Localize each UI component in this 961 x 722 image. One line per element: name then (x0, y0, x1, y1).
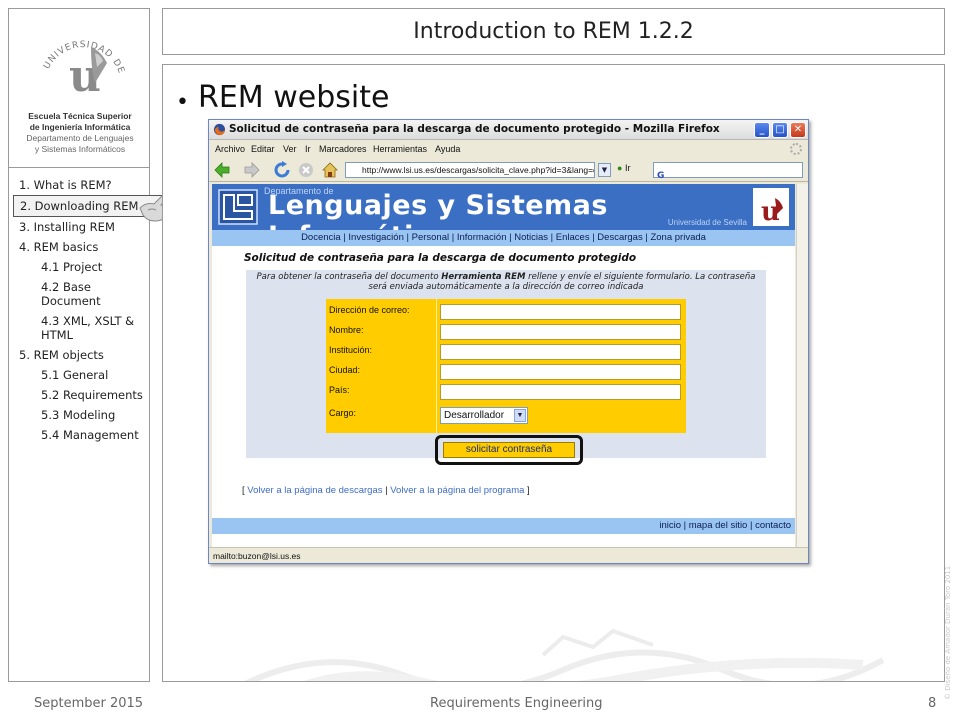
chevron-down-icon: ▼ (514, 409, 526, 422)
browser-toolbar: http://www.lsi.us.es/descargas/solicita_… (209, 158, 808, 182)
bullet-marker: • (176, 90, 189, 115)
nav-item-rem-objects[interactable]: 5. REM objects (9, 345, 149, 365)
university-logo: UNIVERSIDAD DE SEVILLA u Escuela Técnica… (13, 11, 147, 161)
request-form: Dirección de correo: Nombre: Institución… (326, 299, 686, 433)
design-credit: © Diseño de Amador Durán Toro 2011 (944, 565, 952, 700)
link-back-program[interactable]: Volver a la página del programa (390, 485, 524, 496)
page-scrollbar[interactable] (796, 184, 808, 547)
footer-course: Requirements Engineering (430, 696, 603, 711)
browser-titlebar: Solicitud de contraseña para la descarga… (209, 120, 808, 140)
site-footer-links[interactable]: inicio | mapa del sitio | contacto (659, 520, 791, 531)
browser-window: Solicitud de contraseña para la descarga… (208, 119, 809, 564)
form-row-institution: Institución: (326, 342, 686, 362)
nav-item-project[interactable]: 4.1 Project (9, 257, 149, 277)
email-label: Dirección de correo: (329, 305, 410, 315)
stop-icon[interactable] (297, 161, 315, 179)
url-history-dropdown[interactable]: ▼ (598, 163, 611, 177)
nav-item-management[interactable]: 5.4 Management (9, 425, 149, 445)
lsi-logo-icon (218, 189, 258, 225)
institution-field[interactable] (440, 344, 681, 360)
go-arrow-icon: ● (617, 163, 623, 173)
nav-item-xml-xslt-html[interactable]: 4.3 XML, XSLT & HTML (9, 311, 149, 345)
sidebar-divider (9, 167, 149, 168)
city-label: Ciudad: (329, 365, 361, 375)
home-icon[interactable] (321, 161, 339, 179)
go-button[interactable]: ● Ir (617, 163, 630, 173)
email-field[interactable] (440, 304, 681, 320)
name-field[interactable] (440, 324, 681, 340)
request-password-button[interactable]: solicitar contraseña (443, 442, 575, 458)
loading-throbber-icon (790, 143, 802, 155)
form-row-city: Ciudad: (326, 362, 686, 382)
department-name-line1: Departamento de Lenguajes (26, 133, 134, 143)
google-search-icon: G (657, 171, 665, 181)
web-page: Departamento de Lenguajes y Sistemas Inf… (212, 184, 795, 547)
bullet-rem-website: REM website (198, 80, 390, 115)
cargo-selected-value: Desarrollador (444, 410, 505, 421)
watermark-drawing (244, 628, 885, 681)
slide-outline-nav: 1. What is REM? 2. Downloading REM 3. In… (9, 175, 165, 445)
menu-editar[interactable]: Editar (251, 144, 275, 154)
nav-item-rem-basics[interactable]: 4. REM basics (9, 237, 149, 257)
cargo-label: Cargo: (329, 408, 357, 418)
menu-herramientas[interactable]: Herramientas (373, 144, 427, 154)
slide-title-box: Introduction to REM 1.2.2 (162, 8, 945, 55)
university-seal-small-icon: u (753, 188, 789, 226)
nav-item-modeling[interactable]: 5.3 Modeling (9, 405, 149, 425)
nav-item-base-document[interactable]: 4.2 Base Document (9, 277, 149, 311)
menu-ir[interactable]: Ir (305, 144, 311, 154)
close-window-button[interactable]: ✕ (790, 122, 806, 138)
nav-item-requirements[interactable]: 5.2 Requirements (9, 385, 149, 405)
form-row-country: País: (326, 382, 686, 402)
request-form-panel: Para obtener la contraseña del documento… (246, 270, 766, 458)
form-title: Solicitud de contraseña para la descarga… (244, 252, 637, 264)
menu-ayuda[interactable]: Ayuda (435, 144, 460, 154)
reload-icon[interactable] (273, 161, 291, 179)
back-links: [ Volver a la página de descargas | Volv… (242, 485, 530, 496)
bracket-close: ] (524, 485, 530, 496)
department-name-line2: y Sistemas Informáticos (34, 144, 126, 154)
go-label: Ir (624, 163, 631, 173)
firefox-icon (213, 123, 226, 136)
cargo-select[interactable]: Desarrollador ▼ (440, 407, 528, 424)
browser-statusbar: mailto:buzon@lsi.us.es (209, 547, 808, 563)
nav-item-what-is-rem[interactable]: 1. What is REM? (9, 175, 149, 195)
browser-window-title: Solicitud de contraseña para la descarga… (229, 123, 720, 135)
city-field[interactable] (440, 364, 681, 380)
browser-menubar: Archivo Editar Ver Ir Marcadores Herrami… (209, 141, 808, 157)
form-intro-text: Para obtener la contraseña del documento… (256, 272, 756, 292)
page-number: 8 (928, 696, 937, 711)
country-label: País: (329, 385, 350, 395)
menu-marcadores[interactable]: Marcadores (319, 144, 367, 154)
site-header: Departamento de Lenguajes y Sistemas Inf… (212, 184, 795, 252)
form-row-cargo: Cargo: Desarrollador ▼ (326, 405, 686, 425)
link-back-downloads[interactable]: Volver a la página de descargas (247, 485, 382, 496)
menu-ver[interactable]: Ver (283, 144, 297, 154)
back-arrow-icon[interactable] (213, 161, 231, 179)
site-footer-bar: inicio | mapa del sitio | contacto (212, 518, 795, 534)
form-row-name: Nombre: (326, 322, 686, 342)
university-seal-icon: UNIVERSIDAD DE SEVILLA u (33, 11, 125, 102)
institution-label: Institución: (329, 345, 373, 355)
forward-arrow-icon[interactable] (243, 161, 261, 179)
site-university: Universidad de Sevilla (667, 218, 747, 227)
nav-item-installing-rem[interactable]: 3. Installing REM (9, 217, 149, 237)
school-name-line2: de Ingeniería Informática (29, 122, 131, 132)
url-input[interactable]: http://www.lsi.us.es/descargas/solicita_… (345, 162, 595, 178)
site-main-menu[interactable]: Docencia | Investigación | Personal | In… (212, 230, 795, 246)
menu-archivo[interactable]: Archivo (215, 144, 245, 154)
maximize-button[interactable]: □ (772, 122, 788, 138)
name-label: Nombre: (329, 325, 364, 335)
country-field[interactable] (440, 384, 681, 400)
nav-item-general[interactable]: 5.1 General (9, 365, 149, 385)
slide-title: Introduction to REM 1.2.2 (413, 19, 694, 44)
browser-search-input[interactable]: G (653, 162, 803, 181)
form-row-email: Dirección de correo: (326, 302, 686, 322)
school-name-line1: Escuela Técnica Superior (28, 111, 132, 121)
footer-date: September 2015 (34, 696, 144, 711)
slide-sidebar: UNIVERSIDAD DE SEVILLA u Escuela Técnica… (8, 8, 165, 682)
minimize-button[interactable]: _ (754, 122, 770, 138)
